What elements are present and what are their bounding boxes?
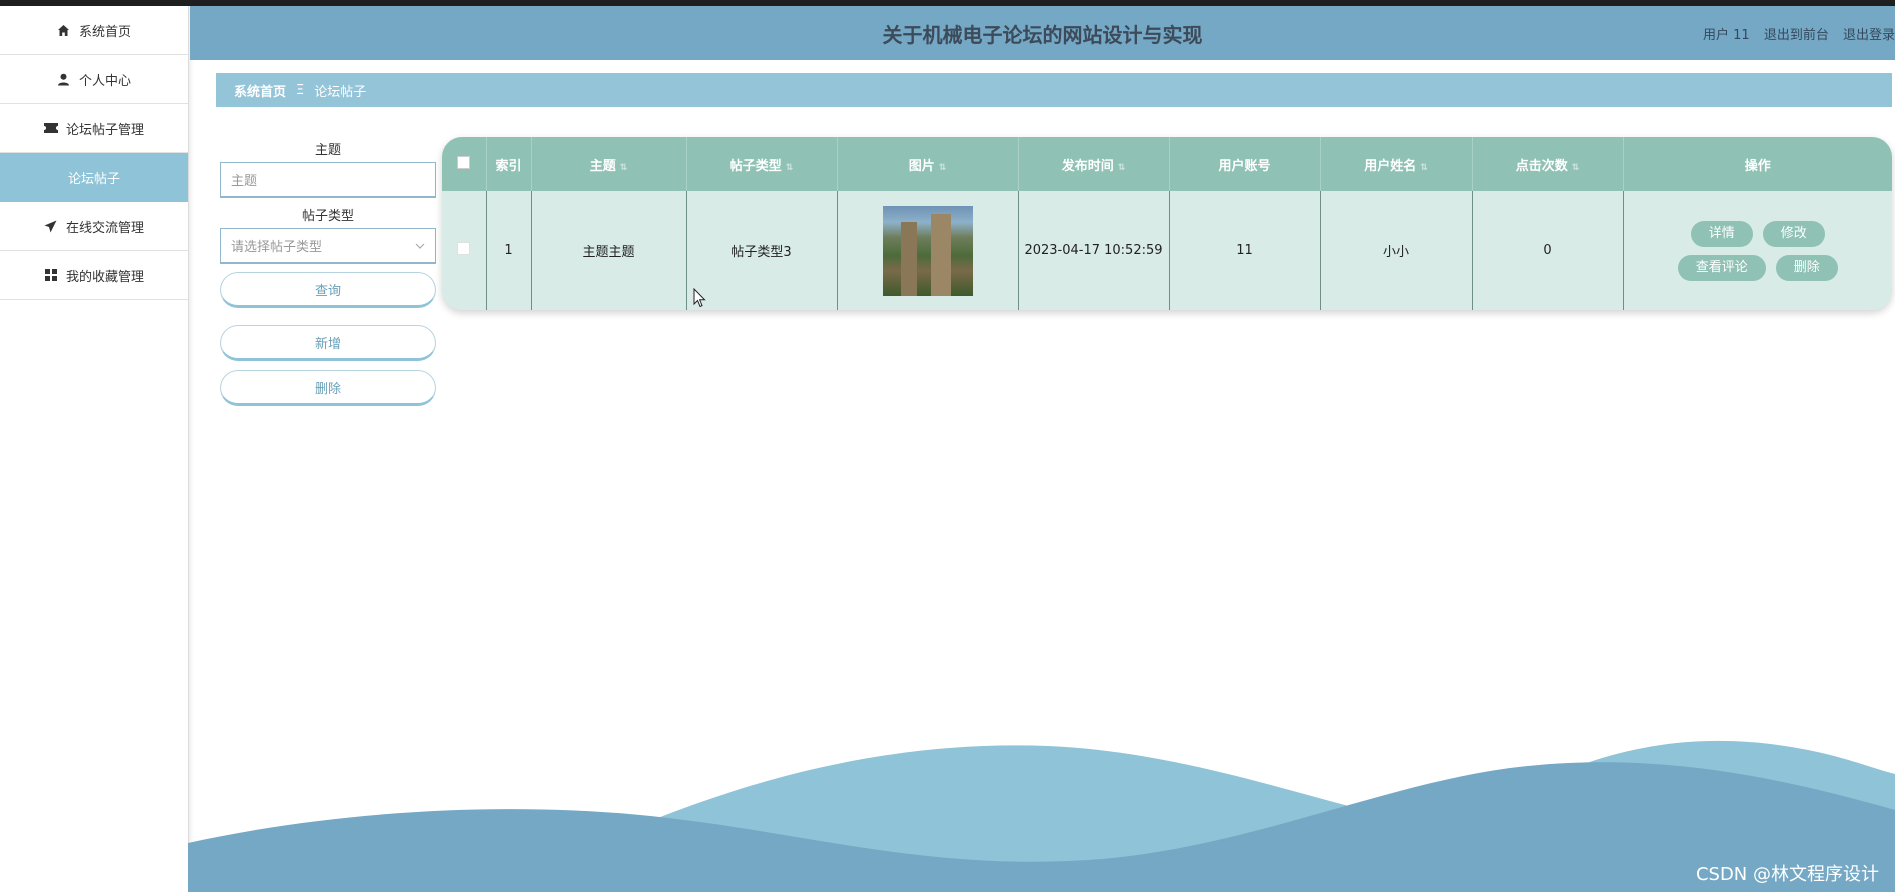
- watermark: CSDN @林文程序设计: [1695, 864, 1879, 885]
- ticket-icon: [43, 121, 58, 135]
- sort-icon[interactable]: ⇅: [786, 163, 794, 173]
- user-icon: [57, 72, 71, 86]
- grid-icon: [44, 268, 58, 282]
- sidebar-item-label: 论坛帖子管理: [65, 122, 144, 138]
- delete-button[interactable]: 删除: [220, 370, 436, 406]
- table-row: 1 主题主题 帖子类型3 2023-04-17 10:52:59 11 小小 0…: [442, 191, 1892, 310]
- sort-icon[interactable]: ⇅: [1572, 163, 1580, 173]
- breadcrumb-current: 论坛帖子: [314, 84, 367, 100]
- select-all-checkbox[interactable]: [442, 137, 487, 191]
- edit-button[interactable]: 修改: [1762, 220, 1825, 247]
- cell-name: 小小: [1320, 191, 1473, 310]
- cell-clicks: 0: [1472, 191, 1624, 310]
- sidebar-item-label: 个人中心: [78, 73, 131, 89]
- breadcrumb: 系统首页 Ξ 论坛帖子: [216, 73, 1892, 107]
- logout-link[interactable]: 退出登录: [1843, 28, 1895, 43]
- sidebar: 系统首页 个人中心 论坛帖子管理 论坛帖子 在线交流管理 我的收藏管理: [0, 6, 189, 892]
- breadcrumb-home[interactable]: 系统首页: [234, 81, 286, 100]
- header-bar: 关于机械电子论坛的网站设计与实现 用户 11 退出到前台 退出登录: [190, 6, 1895, 60]
- subject-input[interactable]: 主题: [220, 162, 436, 198]
- add-button[interactable]: 新增: [220, 325, 436, 361]
- detail-button[interactable]: 详情: [1690, 220, 1753, 247]
- sort-icon[interactable]: ⇅: [1118, 163, 1126, 173]
- column-header-index: 索引: [486, 137, 532, 191]
- row-delete-button[interactable]: 删除: [1775, 254, 1838, 281]
- cell-image: [837, 191, 1019, 310]
- column-header-subject[interactable]: 主题 ⇅: [531, 137, 687, 191]
- sidebar-item-label: 在线交流管理: [65, 220, 144, 236]
- column-header-actions: 操作: [1623, 137, 1892, 191]
- breadcrumb-separator: Ξ: [296, 82, 305, 98]
- post-type-select[interactable]: 请选择帖子类型: [220, 228, 436, 264]
- search-panel: 主题 主题 帖子类型 请选择帖子类型 查询 新增 删除: [220, 140, 436, 406]
- send-icon: [44, 219, 58, 233]
- sidebar-item-label: 我的收藏管理: [65, 269, 144, 285]
- post-type-placeholder: 请选择帖子类型: [231, 240, 323, 255]
- sidebar-item-label: 论坛帖子: [67, 171, 120, 187]
- row-checkbox[interactable]: [442, 191, 487, 310]
- sort-icon[interactable]: ⇅: [620, 163, 628, 173]
- subject-placeholder: 主题: [231, 174, 258, 189]
- chevron-down-icon: [415, 238, 425, 253]
- column-header-image[interactable]: 图片 ⇅: [837, 137, 1019, 191]
- cell-account: 11: [1169, 191, 1321, 310]
- exit-to-front-link[interactable]: 退出到前台: [1764, 28, 1829, 43]
- sidebar-item-favorites-management[interactable]: 我的收藏管理: [0, 251, 188, 300]
- cell-subject: 主题主题: [531, 191, 687, 310]
- query-button[interactable]: 查询: [220, 272, 436, 308]
- sidebar-item-profile[interactable]: 个人中心: [0, 55, 188, 104]
- view-comments-button[interactable]: 查看评论: [1677, 254, 1766, 281]
- post-type-label: 帖子类型: [301, 209, 354, 224]
- cell-post-type: 帖子类型3: [686, 191, 838, 310]
- subject-label: 主题: [314, 143, 341, 158]
- column-header-post-type[interactable]: 帖子类型 ⇅: [686, 137, 838, 191]
- sort-icon[interactable]: ⇅: [1420, 163, 1428, 173]
- column-header-account: 用户账号: [1169, 137, 1321, 191]
- sidebar-item-online-chat-management[interactable]: 在线交流管理: [0, 202, 188, 251]
- mouse-cursor-icon: [693, 288, 706, 308]
- cell-actions: 详情 修改 查看评论 删除: [1623, 191, 1892, 310]
- cell-index: 1: [486, 191, 532, 310]
- cell-publish-time: 2023-04-17 10:52:59: [1018, 191, 1170, 310]
- current-user: 用户 11: [1703, 28, 1750, 43]
- home-icon: [57, 23, 71, 37]
- sidebar-item-forum-posts[interactable]: 论坛帖子: [0, 153, 188, 202]
- post-thumbnail[interactable]: [882, 205, 973, 296]
- header-user-links: 用户 11 退出到前台 退出登录: [1693, 24, 1895, 43]
- sidebar-item-forum-post-management[interactable]: 论坛帖子管理: [0, 104, 188, 153]
- column-header-name[interactable]: 用户姓名 ⇅: [1320, 137, 1473, 191]
- table-header-row: 索引 主题 ⇅ 帖子类型 ⇅ 图片 ⇅ 发布时间 ⇅ 用户账号 用户姓名 ⇅ 点击次数 ⇅ …: [442, 137, 1892, 191]
- sidebar-item-home[interactable]: 系统首页: [0, 6, 188, 55]
- column-header-publish-time[interactable]: 发布时间 ⇅: [1018, 137, 1170, 191]
- page-title: 关于机械电子论坛的网站设计与实现: [882, 22, 1203, 47]
- posts-table: 索引 主题 ⇅ 帖子类型 ⇅ 图片 ⇅ 发布时间 ⇅ 用户账号 用户姓名 ⇅ 点击次数 ⇅ …: [442, 137, 1892, 310]
- column-header-clicks[interactable]: 点击次数 ⇅: [1472, 137, 1624, 191]
- sort-icon[interactable]: ⇅: [939, 163, 947, 173]
- sidebar-item-label: 系统首页: [78, 24, 131, 40]
- decorative-waves: [188, 740, 1895, 892]
